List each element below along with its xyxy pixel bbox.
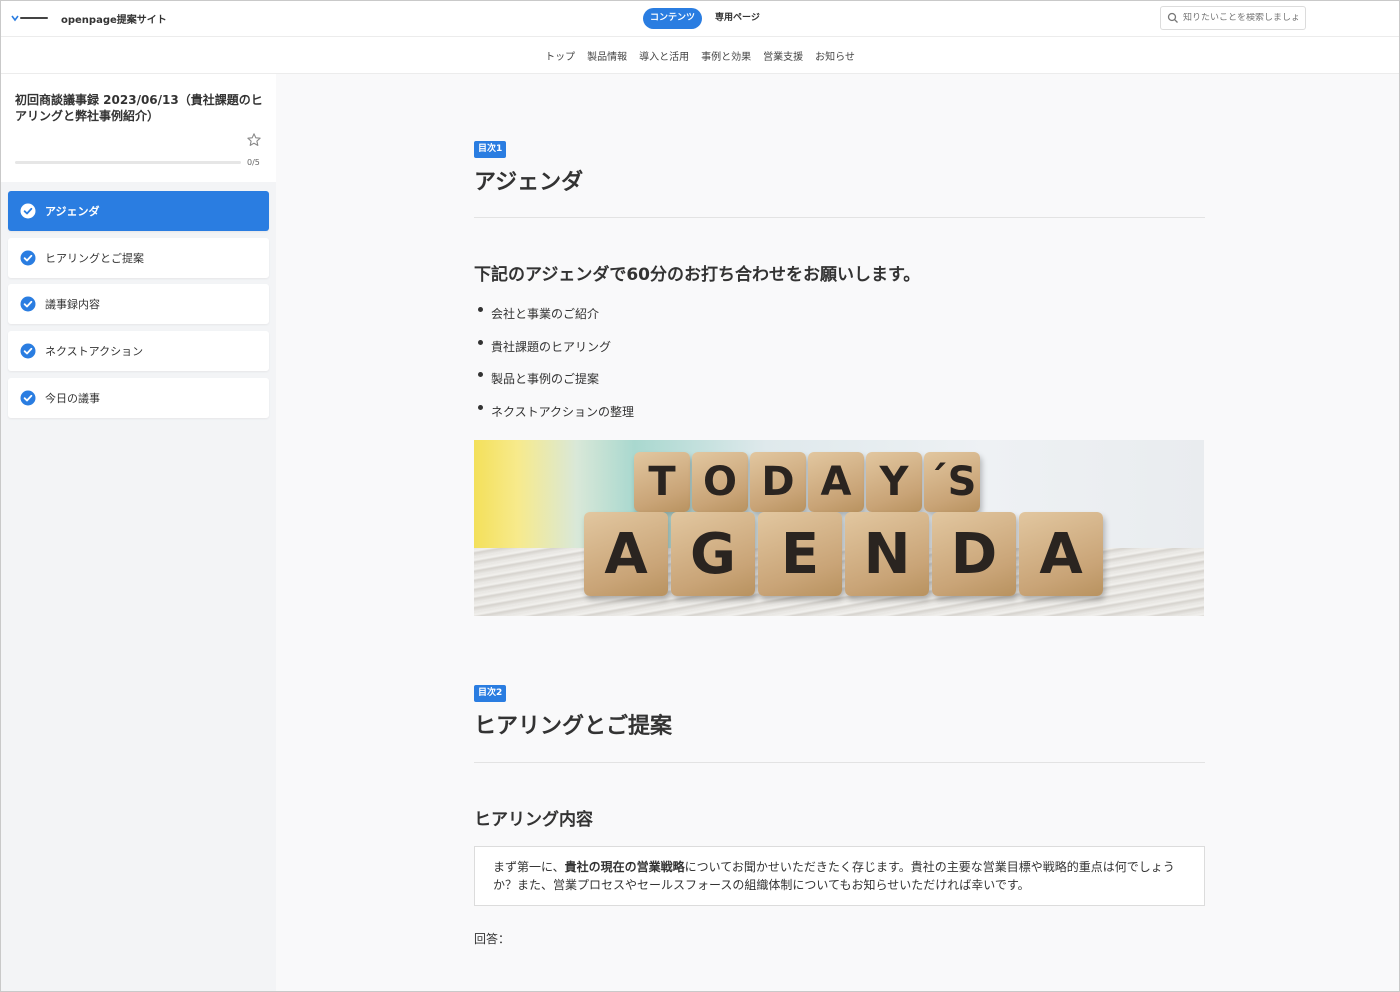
cube-letter: D <box>932 512 1016 596</box>
section-divider <box>474 762 1205 763</box>
site-name: openpage提案サイト <box>61 15 167 26</box>
nav-top[interactable]: トップ <box>545 48 575 63</box>
cube-letter: A <box>808 452 864 512</box>
list-item: 貴社課題のヒアリング <box>474 339 634 372</box>
toc-item-label: ヒアリングとご提案 <box>45 251 144 265</box>
toc-item-next-action[interactable]: ネクストアクション <box>8 331 269 372</box>
cube-letter: D <box>750 452 806 512</box>
nav-sales-support[interactable]: 営業支援 <box>763 48 803 63</box>
check-circle-icon <box>20 203 36 219</box>
section-hearing: 目次2 ヒアリングとご提案 <box>474 680 672 740</box>
tab-contents[interactable]: コンテンツ <box>643 8 703 29</box>
search-box[interactable] <box>1160 6 1306 30</box>
check-circle-icon <box>20 296 36 312</box>
top-bar: openpage提案サイト コンテンツ 専用ページ <box>1 1 1399 37</box>
app-window: openpage提案サイト コンテンツ 専用ページ トップ 製品情報 導入と活用… <box>0 0 1400 992</box>
list-item: ネクストアクションの整理 <box>474 404 634 437</box>
cube-letter: G <box>671 512 755 596</box>
star-icon[interactable] <box>246 132 262 148</box>
sidebar-header: 初回商談議事録 2023/06/13（貴社課題のヒアリングと弊社事例紹介） 0/… <box>1 74 276 182</box>
cube-letter: E <box>758 512 842 596</box>
cube-letter: O <box>692 452 748 512</box>
logo-icon <box>11 15 48 22</box>
agenda-lead: 下記のアジェンダで60分のお打ち合わせをお願いします。 <box>474 265 921 285</box>
list-item: 会社と事業のご紹介 <box>474 306 634 339</box>
table-of-contents: アジェンダ ヒアリングとご提案 議事録内容 ネクストアクション 今日の議事 <box>8 191 269 424</box>
page-title: 初回商談議事録 2023/06/13（貴社課題のヒアリングと弊社事例紹介） <box>15 93 263 123</box>
question-bold: 貴社の現在の営業戦略 <box>564 860 685 874</box>
nav-adoption[interactable]: 導入と活用 <box>639 48 689 63</box>
toc-item-label: 議事録内容 <box>45 298 100 312</box>
search-icon <box>1167 12 1178 23</box>
nav-products[interactable]: 製品情報 <box>587 48 627 63</box>
tab-dedicated-page[interactable]: 専用ページ <box>708 8 767 29</box>
cube-letter: Y <box>866 452 922 512</box>
answer-label: 回答： <box>474 932 511 946</box>
sidebar: 初回商談議事録 2023/06/13（貴社課題のヒアリングと弊社事例紹介） 0/… <box>1 74 276 991</box>
cube-letter: A <box>1019 512 1103 596</box>
agenda-list: 会社と事業のご紹介 貴社課題のヒアリング 製品と事例のご提案 ネクストアクション… <box>474 306 634 436</box>
question-box: まず第一に、貴社の現在の営業戦略についてお聞かせいただきたく存じます。貴社の主要… <box>474 846 1205 906</box>
search-input[interactable] <box>1183 13 1301 23</box>
toc-item-agenda[interactable]: アジェンダ <box>8 191 269 231</box>
check-circle-icon <box>20 343 36 359</box>
section-agenda: 目次1 アジェンダ <box>474 136 583 196</box>
toc-item-hearing[interactable]: ヒアリングとご提案 <box>8 237 269 278</box>
toc-item-label: ネクストアクション <box>45 345 144 359</box>
toc-item-today-agenda[interactable]: 今日の議事 <box>8 377 269 418</box>
check-circle-icon <box>20 390 36 406</box>
cube-letter: ´S <box>924 452 980 512</box>
list-item: 製品と事例のご提案 <box>474 371 634 404</box>
section-badge: 目次2 <box>474 685 507 702</box>
nav-news[interactable]: お知らせ <box>815 48 855 63</box>
cube-letter: N <box>845 512 929 596</box>
section-title: アジェンダ <box>474 170 584 195</box>
section-title: ヒアリングとご提案 <box>474 714 673 739</box>
toc-item-label: 今日の議事 <box>45 391 100 405</box>
cube-letter: A <box>584 512 668 596</box>
openpage-logo[interactable] <box>11 12 51 24</box>
agenda-hero-image: T O D A Y ´S A G E N D A <box>474 440 1204 616</box>
hearing-subheading: ヒアリング内容 <box>474 810 593 830</box>
cube-letter: T <box>634 452 690 512</box>
sub-navigation: トップ 製品情報 導入と活用 事例と効果 営業支援 お知らせ <box>1 38 1399 74</box>
toc-item-label: アジェンダ <box>45 205 100 218</box>
progress-text: 0/5 <box>247 158 260 167</box>
question-prefix: まず第一に、 <box>493 860 565 874</box>
section-divider <box>474 217 1205 218</box>
check-circle-icon <box>20 250 36 266</box>
progress-bar <box>15 161 241 164</box>
nav-cases[interactable]: 事例と効果 <box>701 48 751 63</box>
top-tabs: コンテンツ 専用ページ <box>643 8 767 29</box>
main-content: 目次1 アジェンダ 下記のアジェンダで60分のお打ち合わせをお願いします。 会社… <box>276 74 1399 991</box>
toc-item-minutes[interactable]: 議事録内容 <box>8 284 269 325</box>
section-badge: 目次1 <box>474 141 507 158</box>
